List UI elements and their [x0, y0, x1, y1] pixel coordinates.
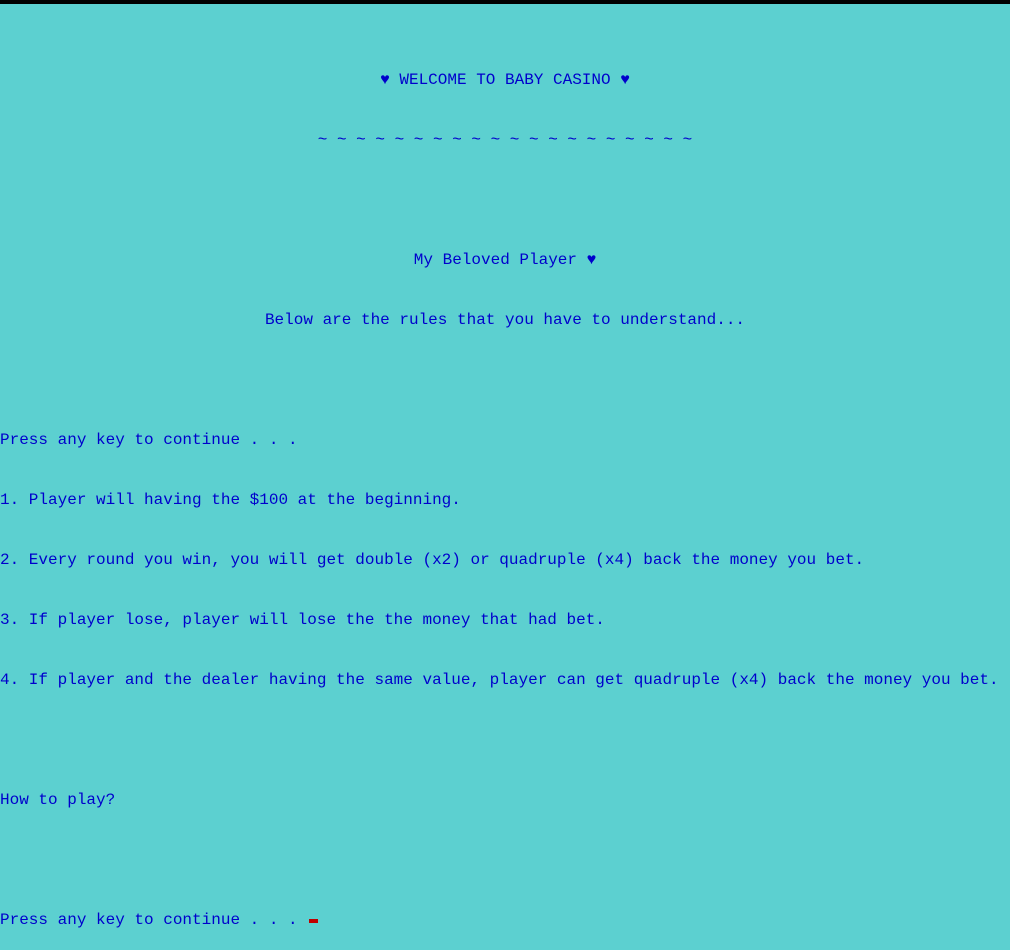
rule-3: 3. If player lose, player will lose the … [0, 610, 1010, 630]
continue-prompt-2[interactable]: Press any key to continue . . . [0, 910, 1010, 930]
cursor-icon [309, 919, 318, 923]
how-to-play: How to play? [0, 790, 1010, 810]
rule-4: 4. If player and the dealer having the s… [0, 670, 1010, 690]
continue-prompt-2-text: Press any key to continue . . . [0, 911, 307, 929]
blank-line [0, 370, 1010, 390]
greeting-text: My Beloved Player ♥ [0, 250, 1010, 270]
rule-1: 1. Player will having the $100 at the be… [0, 490, 1010, 510]
continue-prompt-1: Press any key to continue . . . [0, 430, 1010, 450]
welcome-title: ♥ WELCOME TO BABY CASINO ♥ [0, 70, 1010, 90]
blank-line [0, 850, 1010, 870]
blank-line [0, 730, 1010, 750]
intro-text: Below are the rules that you have to und… [0, 310, 1010, 330]
rule-2: 2. Every round you win, you will get dou… [0, 550, 1010, 570]
welcome-divider: ~ ~ ~ ~ ~ ~ ~ ~ ~ ~ ~ ~ ~ ~ ~ ~ ~ ~ ~ ~ [0, 130, 1010, 150]
console-output[interactable]: ♥ WELCOME TO BABY CASINO ♥ ~ ~ ~ ~ ~ ~ ~… [0, 4, 1010, 950]
blank-line [0, 190, 1010, 210]
